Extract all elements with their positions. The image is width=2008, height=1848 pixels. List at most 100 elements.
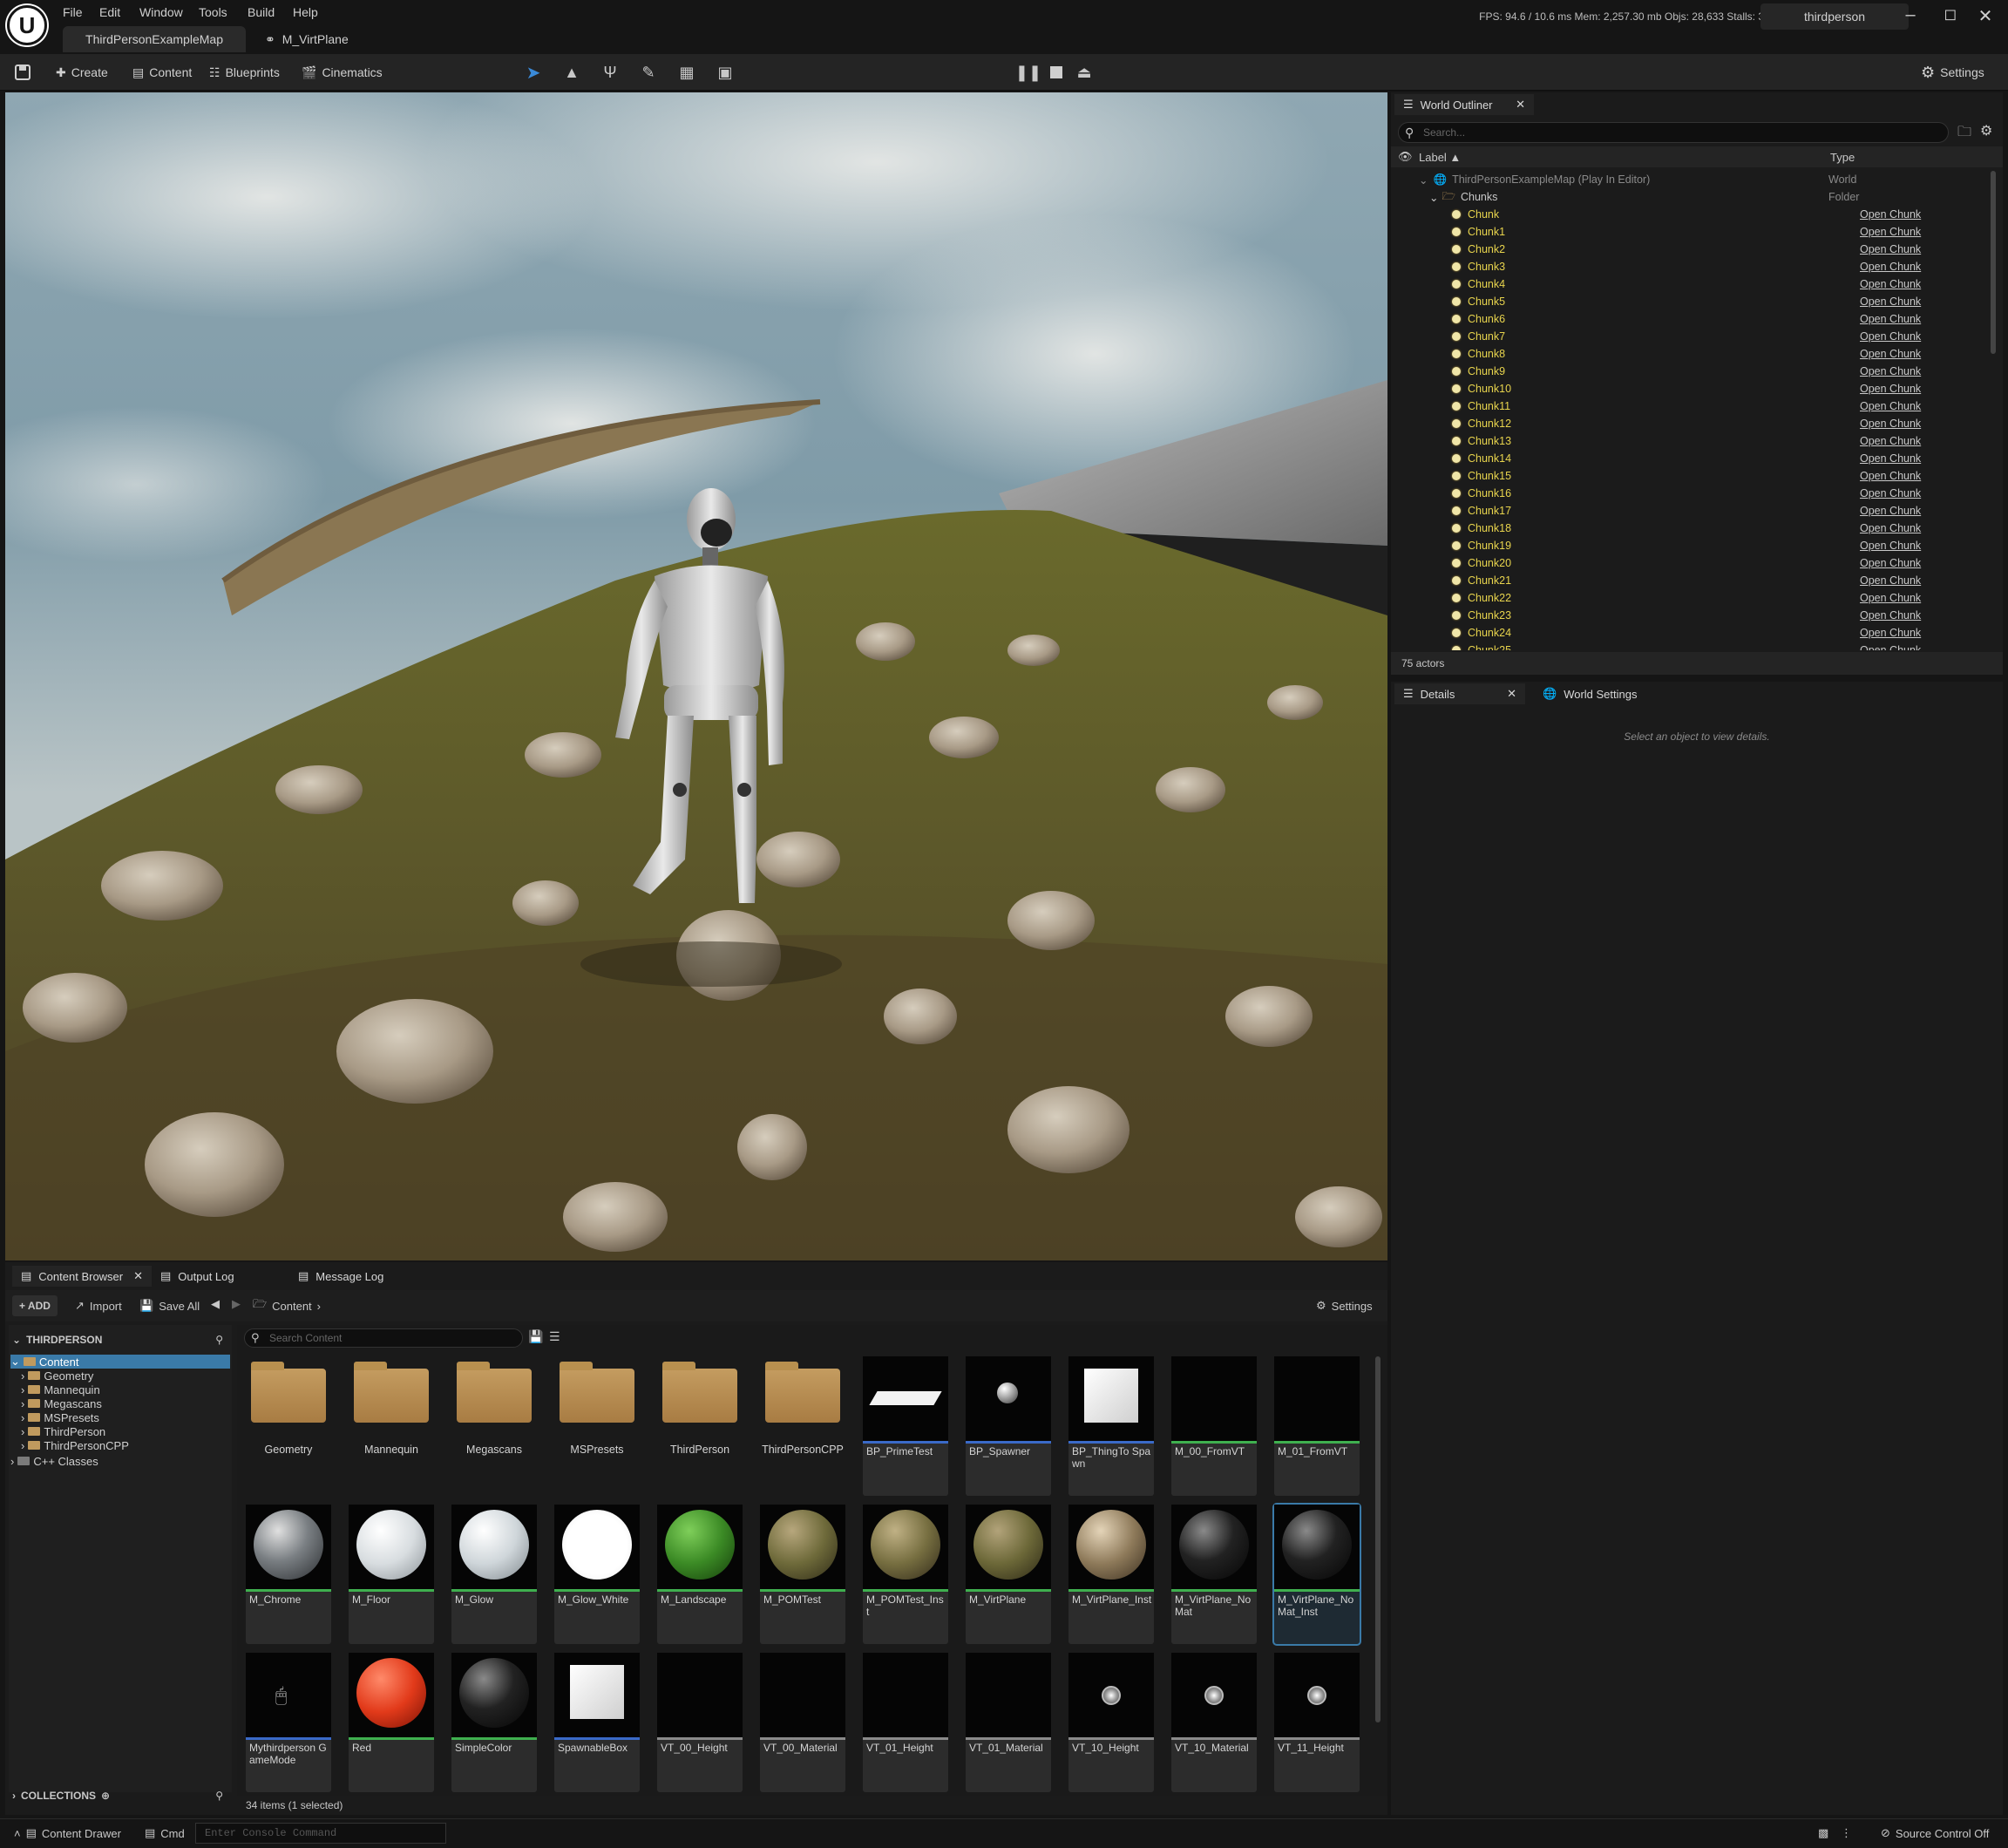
menu-help[interactable]: Help (293, 5, 318, 19)
tree-row-chunk[interactable]: Chunk15 Open Chunk (1419, 467, 1994, 485)
tree-row-chunk[interactable]: Chunk13 Open Chunk (1419, 432, 1994, 450)
asset-tile[interactable]: M_VirtPlane_Inst (1068, 1505, 1154, 1644)
close-tab-icon[interactable]: ✕ (1516, 98, 1525, 112)
asset-tile[interactable]: M_POMTest (760, 1505, 845, 1644)
asset-tile[interactable]: M_Glow_White (554, 1505, 640, 1644)
tab-thirdpersonexamplemap[interactable]: ThirdPersonExampleMap (63, 26, 246, 52)
chunk-type-link[interactable]: Open Chunk (1860, 644, 1921, 650)
chunk-type-link[interactable]: Open Chunk (1860, 540, 1921, 552)
tree-item-cpp-classes[interactable]: › C++ Classes (10, 1454, 98, 1468)
forward-icon[interactable]: ▶ (232, 1297, 241, 1311)
tree-item-geometry[interactable]: › Geometry (21, 1369, 93, 1383)
asset-tile[interactable]: M_Chrome (246, 1505, 331, 1644)
source-control-button[interactable]: ⊘ Source Control Off (1881, 1826, 1989, 1840)
cmd-button[interactable]: ▤ Cmd (145, 1826, 185, 1840)
content-search-input[interactable]: Search Content (244, 1328, 523, 1348)
sources-root[interactable]: ⌄ THIRDPERSON ⚲ (12, 1332, 228, 1348)
search-icon[interactable]: ⚲ (215, 1790, 223, 1802)
search-icon[interactable]: ⚲ (215, 1334, 223, 1346)
asset-tile[interactable]: BP_PrimeTest (863, 1356, 948, 1496)
asset-tile[interactable]: M_VirtPlane_No Mat_Inst (1272, 1503, 1361, 1646)
chunk-type-link[interactable]: Open Chunk (1860, 609, 1921, 622)
add-folder-icon[interactable]: 🗀 (1957, 122, 1971, 146)
tree-row-chunk[interactable]: Chunk25 Open Chunk (1419, 642, 1994, 650)
chunk-type-link[interactable]: Open Chunk (1860, 330, 1921, 343)
breadcrumb[interactable]: 🗁 Content › (253, 1295, 321, 1316)
filter-icon[interactable]: ☰ (549, 1329, 560, 1344)
close-icon[interactable]: ✕ (1971, 5, 1999, 27)
tree-row-chunk[interactable]: Chunk10 Open Chunk (1419, 380, 1994, 397)
add-collection-icon[interactable]: ⊕ (101, 1790, 110, 1802)
chunk-type-link[interactable]: Open Chunk (1860, 348, 1921, 360)
save-icon[interactable] (10, 61, 35, 84)
foliage-mode-icon[interactable]: Ψ (598, 61, 622, 84)
tree-row-chunk[interactable]: Chunk Open Chunk (1419, 206, 1994, 223)
tree-item-megascans[interactable]: › Megascans (21, 1396, 102, 1410)
back-icon[interactable]: ◀ (211, 1297, 220, 1311)
chunk-type-link[interactable]: Open Chunk (1860, 435, 1921, 447)
content-button[interactable]: ▤ Content (132, 61, 192, 84)
close-tab-icon[interactable]: ✕ (1507, 687, 1516, 701)
menu-tools[interactable]: Tools (199, 5, 227, 19)
asset-tile[interactable]: 🖱 Mythirdperson GameMode (246, 1653, 331, 1792)
asset-tile[interactable]: VT_10_Material (1171, 1653, 1257, 1792)
chunk-type-link[interactable]: Open Chunk (1860, 452, 1921, 465)
tree-row-chunk[interactable]: Chunk3 Open Chunk (1419, 258, 1994, 275)
menu-file[interactable]: File (63, 5, 83, 19)
cinematics-button[interactable]: 🎬 Cinematics (302, 61, 383, 84)
tree-row-chunk[interactable]: Chunk20 Open Chunk (1419, 554, 1994, 572)
asset-tile[interactable]: VT_01_Material (966, 1653, 1051, 1792)
tree-row-chunk[interactable]: Chunk12 Open Chunk (1419, 415, 1994, 432)
chunk-type-link[interactable]: Open Chunk (1860, 313, 1921, 325)
level-viewport[interactable] (5, 92, 1387, 1260)
outliner-search-input[interactable]: Search... (1398, 122, 1949, 143)
landscape-mode-icon[interactable]: ▲ (560, 61, 584, 84)
create-button[interactable]: ✚ Create (56, 61, 108, 84)
tree-row-chunk[interactable]: Chunk14 Open Chunk (1419, 450, 1994, 467)
column-label[interactable]: Label ▲ (1419, 151, 1461, 164)
column-type[interactable]: Type (1830, 151, 1855, 164)
tree-row-chunk[interactable]: Chunk5 Open Chunk (1419, 293, 1994, 310)
folder-tile[interactable]: MSPresets (554, 1356, 640, 1496)
menu-build[interactable]: Build (248, 5, 275, 19)
asset-tile[interactable]: M_00_FromVT (1171, 1356, 1257, 1496)
chunk-type-link[interactable]: Open Chunk (1860, 243, 1921, 255)
asset-tile[interactable]: M_VirtPlane_No Mat (1171, 1505, 1257, 1644)
chunk-type-link[interactable]: Open Chunk (1860, 574, 1921, 587)
outliner-settings-icon[interactable]: ⚙ (1980, 122, 1992, 139)
fracture-mode-icon[interactable]: ▣ (713, 61, 737, 84)
tree-item-mannequin[interactable]: › Mannequin (21, 1383, 100, 1396)
settings-button[interactable]: ⚙ Settings (1921, 61, 1984, 84)
mesh-paint-icon[interactable]: ✎ (636, 61, 661, 84)
tree-item-content[interactable]: ⌄ Content (10, 1355, 230, 1369)
add-button[interactable]: + ADD (12, 1295, 58, 1316)
chunk-type-link[interactable]: Open Chunk (1860, 278, 1921, 290)
tree-row-chunk[interactable]: Chunk16 Open Chunk (1419, 485, 1994, 502)
tree-item-thirdperson[interactable]: › ThirdPerson (21, 1424, 105, 1438)
tree-row-chunk[interactable]: Chunk17 Open Chunk (1419, 502, 1994, 520)
folder-tile[interactable]: Geometry (246, 1356, 331, 1496)
chunk-type-link[interactable]: Open Chunk (1860, 522, 1921, 534)
tab-details[interactable]: ☰ Details ✕ (1394, 683, 1525, 704)
close-tab-icon[interactable]: ✕ (133, 1269, 143, 1283)
chunk-type-link[interactable]: Open Chunk (1860, 365, 1921, 377)
chunk-type-link[interactable]: Open Chunk (1860, 418, 1921, 430)
more-icon[interactable]: ⋮ (1841, 1826, 1852, 1840)
chunk-type-link[interactable]: Open Chunk (1860, 592, 1921, 604)
asset-tile[interactable]: SimpleColor (451, 1653, 537, 1792)
derived-data-icon[interactable]: ▩ (1818, 1826, 1828, 1840)
tree-row-chunk[interactable]: Chunk9 Open Chunk (1419, 363, 1994, 380)
pause-icon[interactable]: ❚❚ (1015, 61, 1041, 84)
folder-tile[interactable]: Megascans (451, 1356, 537, 1496)
tree-row-chunk[interactable]: Chunk11 Open Chunk (1419, 397, 1994, 415)
folder-tile[interactable]: Mannequin (349, 1356, 434, 1496)
outliner-scrollbar[interactable] (1991, 171, 1996, 354)
asset-tile[interactable]: VT_01_Height (863, 1653, 948, 1792)
maximize-icon[interactable]: ◻ (1937, 5, 1964, 24)
asset-tile[interactable]: M_Floor (349, 1505, 434, 1644)
chunk-type-link[interactable]: Open Chunk (1860, 470, 1921, 482)
tab-world-settings[interactable]: 🌐 World Settings (1534, 683, 1673, 704)
chunk-type-link[interactable]: Open Chunk (1860, 400, 1921, 412)
save-all-button[interactable]: 💾 Save All (139, 1295, 200, 1316)
chunk-type-link[interactable]: Open Chunk (1860, 261, 1921, 273)
